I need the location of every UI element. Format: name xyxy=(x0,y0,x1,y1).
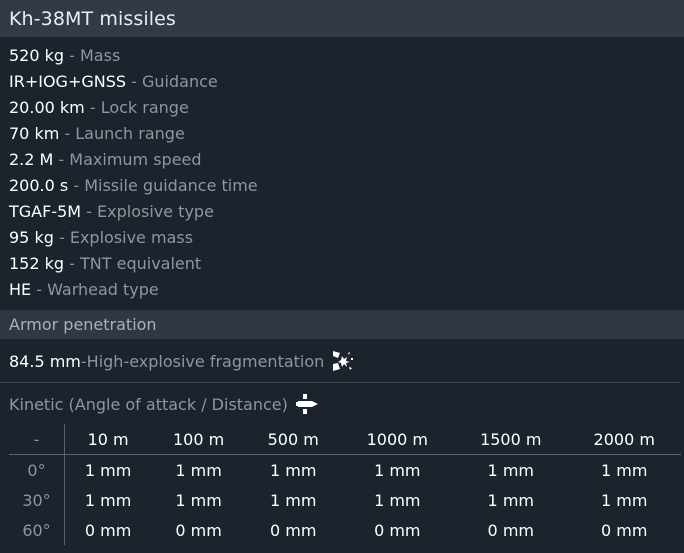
stat-separator: - xyxy=(64,254,80,273)
table-cell: 0 mm xyxy=(374,520,421,540)
stat-label: Launch range xyxy=(75,124,185,143)
stat-separator: - xyxy=(84,98,101,117)
stat-label: Guidance xyxy=(142,72,218,91)
table-cell: 1 mm xyxy=(175,490,222,510)
stat-separator: - xyxy=(68,176,85,195)
table-cell: 1 mm xyxy=(374,490,421,510)
table-row: 30° 1 mm 1 mm 1 mm 1 mm 1 mm 1 mm xyxy=(9,485,681,515)
table-cell: 1 mm xyxy=(487,460,534,480)
stat-separator: - xyxy=(31,280,48,299)
he-penetration-value: 84.5 mm xyxy=(9,351,81,371)
angle-label: 60° xyxy=(9,515,65,545)
stat-guidance-time: 200.0 s - Missile guidance time xyxy=(9,173,684,199)
stat-label: Missile guidance time xyxy=(84,176,258,195)
table-cell: 1 mm xyxy=(374,460,421,480)
table-cell: 0 mm xyxy=(270,520,317,540)
stat-value: 520 kg xyxy=(9,46,65,65)
column-header: 100 m xyxy=(151,424,246,455)
column-header: 2000 m xyxy=(567,424,681,455)
stat-value: 152 kg xyxy=(9,254,65,273)
stat-separator: - xyxy=(53,150,70,169)
panel-title: Kh-38MT missiles xyxy=(9,7,176,30)
table-cell: 1 mm xyxy=(84,490,132,510)
stat-launch-range: 70 km - Launch range xyxy=(9,121,684,147)
angle-label: 0° xyxy=(9,454,65,485)
table-corner: - xyxy=(9,424,65,455)
stat-label: Maximum speed xyxy=(69,150,202,169)
stat-guidance: IR+IOG+GNSS - Guidance xyxy=(9,69,684,95)
stat-value: 2.2 M xyxy=(9,150,54,169)
stat-explosive-type: TGAF-5M - Explosive type xyxy=(9,199,684,225)
stat-separator: - xyxy=(126,72,142,91)
column-header: 1000 m xyxy=(340,424,455,455)
table-cell: 0 mm xyxy=(175,520,222,540)
stat-max-speed: 2.2 M - Maximum speed xyxy=(9,147,684,173)
stat-value: 200.0 s xyxy=(9,176,69,195)
table-row: 60° 0 mm 0 mm 0 mm 0 mm 0 mm 0 mm xyxy=(9,515,681,545)
stat-warhead-type: HE - Warhead type xyxy=(9,277,684,303)
stat-separator: - xyxy=(59,124,76,143)
divider xyxy=(0,382,680,383)
stat-label: Explosive mass xyxy=(69,228,194,247)
table-cell: 0 mm xyxy=(601,520,648,540)
table-cell: 1 mm xyxy=(487,490,534,510)
stat-value: 20.00 km xyxy=(9,98,85,117)
fragmentation-explosion-icon xyxy=(330,350,354,372)
stats-list: 520 kg - Mass IR+IOG+GNSS - Guidance 20.… xyxy=(0,37,684,303)
stat-separator: - xyxy=(81,202,98,221)
kinetic-label: Kinetic (Angle of attack / Distance) xyxy=(9,394,288,414)
stat-mass: 520 kg - Mass xyxy=(9,43,684,69)
stat-separator: - xyxy=(64,46,80,65)
stat-label: Explosive type xyxy=(97,202,214,221)
column-header: 10 m xyxy=(64,424,152,455)
table-cell: 1 mm xyxy=(601,460,648,480)
armor-section-title: Armor penetration xyxy=(9,315,157,334)
he-penetration-row: 84.5 mm - High-explosive fragmentation xyxy=(9,347,354,375)
column-header: 1500 m xyxy=(454,424,568,455)
stat-explosive-mass: 95 kg - Explosive mass xyxy=(9,225,684,251)
table-cell: 1 mm xyxy=(270,490,317,510)
table-cell: 1 mm xyxy=(601,490,648,510)
missile-info-panel: Kh-38MT missiles 520 kg - Mass IR+IOG+GN… xyxy=(0,0,684,553)
penetration-table: - 10 m 100 m 500 m 1000 m 1500 m 2000 m … xyxy=(9,424,681,545)
stat-label: Lock range xyxy=(100,98,189,117)
stat-label: Mass xyxy=(80,46,121,65)
table-cell: 1 mm xyxy=(84,460,132,480)
stat-value: 95 kg xyxy=(9,228,54,247)
stat-value: TGAF-5M xyxy=(9,202,82,221)
stat-separator: - xyxy=(53,228,70,247)
stat-label: TNT equivalent xyxy=(80,254,202,273)
kinetic-shell-icon xyxy=(295,393,322,415)
table-header-row: - 10 m 100 m 500 m 1000 m 1500 m 2000 m xyxy=(9,424,681,455)
stat-label: Warhead type xyxy=(47,280,159,299)
stat-value: IR+IOG+GNSS xyxy=(9,72,127,91)
he-penetration-label: High-explosive fragmentation xyxy=(86,351,325,371)
table-row: 0° 1 mm 1 mm 1 mm 1 mm 1 mm 1 mm xyxy=(9,454,681,485)
angle-label: 30° xyxy=(9,485,65,515)
column-header: 500 m xyxy=(245,424,341,455)
stat-value: HE xyxy=(9,280,32,299)
stat-value: 70 km xyxy=(9,124,60,143)
stat-lock-range: 20.00 km - Lock range xyxy=(9,95,684,121)
stat-tnt-equivalent: 152 kg - TNT equivalent xyxy=(9,251,684,277)
table-cell: 0 mm xyxy=(84,520,132,540)
table-cell: 0 mm xyxy=(487,520,534,540)
kinetic-penetration-row: Kinetic (Angle of attack / Distance) xyxy=(9,390,322,418)
title-bar: Kh-38MT missiles xyxy=(0,0,684,37)
armor-section-header: Armor penetration xyxy=(0,310,684,339)
table-cell: 1 mm xyxy=(270,460,317,480)
table-cell: 1 mm xyxy=(175,460,222,480)
